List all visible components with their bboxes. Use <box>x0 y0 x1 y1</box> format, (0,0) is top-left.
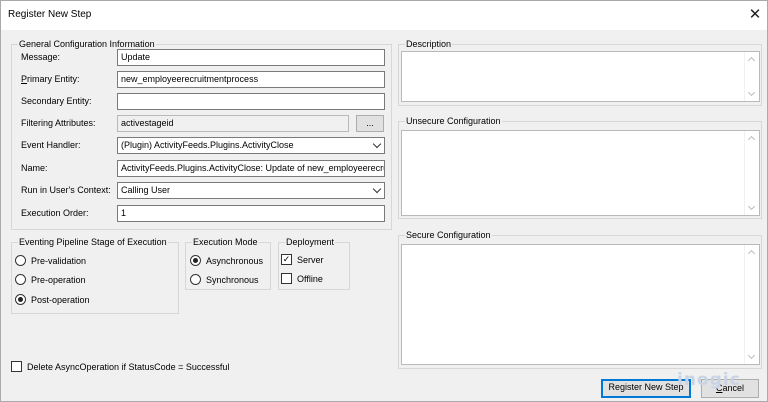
browse-attributes-button[interactable]: ... <box>356 115 384 132</box>
message-label: Message: <box>21 52 61 62</box>
execution-order-field[interactable]: 1 <box>117 205 385 222</box>
synchronous-label: Synchronous <box>206 275 259 285</box>
description-legend: Description <box>405 39 453 50</box>
event-handler-select[interactable]: (Plugin) ActivityFeeds.Plugins.ActivityC… <box>117 137 385 154</box>
execution-order-label: Execution Order: <box>21 208 89 218</box>
chevron-down-icon <box>372 184 382 194</box>
unsecure-config-textarea[interactable] <box>401 130 760 216</box>
run-context-value: Calling User <box>121 185 171 195</box>
post-operation-radio[interactable] <box>15 294 26 305</box>
step-name-field[interactable]: ActivityFeeds.Plugins.ActivityClose: Upd… <box>117 160 385 177</box>
run-context-select[interactable]: Calling User <box>117 182 385 199</box>
primary-entity-label-rest: rimary Entity: <box>27 74 80 84</box>
run-context-label: Run in User's Context: <box>21 185 111 195</box>
filtering-attributes-field: activestageid <box>117 115 349 132</box>
asynchronous-radio[interactable] <box>190 255 201 266</box>
secure-config-legend: Secure Configuration <box>405 230 492 241</box>
delete-async-label: Delete AsyncOperation if StatusCode = Su… <box>27 362 230 372</box>
secure-config-textarea[interactable] <box>401 244 760 365</box>
primary-entity-field[interactable]: new_employeerecruitmentprocess <box>117 71 385 88</box>
window-title: Register New Step <box>8 9 92 20</box>
synchronous-radio[interactable] <box>190 274 201 285</box>
execution-mode-legend: Execution Mode <box>192 237 259 248</box>
register-step-dialog: Register New Step ✕ General Configuratio… <box>0 0 768 402</box>
unsecure-config-legend: Unsecure Configuration <box>405 116 502 127</box>
scroll-down-icon[interactable] <box>747 202 756 211</box>
deployment-legend: Deployment <box>285 237 336 248</box>
offline-checkbox[interactable] <box>281 273 292 284</box>
offline-label: Offline <box>297 274 323 284</box>
scroll-down-icon[interactable] <box>747 88 756 97</box>
unsecure-config-scrollbar[interactable] <box>744 131 759 215</box>
server-label: Server <box>297 255 324 265</box>
event-handler-value: (Plugin) ActivityFeeds.Plugins.ActivityC… <box>121 140 294 150</box>
post-operation-label: Post-operation <box>31 295 90 305</box>
delete-async-checkbox[interactable] <box>11 361 22 372</box>
name-label: Name: <box>21 163 48 173</box>
secure-config-scrollbar[interactable] <box>744 245 759 364</box>
chevron-down-icon <box>372 139 382 149</box>
primary-entity-label: Primary Entity: <box>21 71 80 87</box>
close-icon[interactable]: ✕ <box>745 5 765 25</box>
scroll-up-icon[interactable] <box>747 249 756 258</box>
server-checkbox[interactable]: ✓ <box>281 254 292 265</box>
scroll-down-icon[interactable] <box>747 351 756 360</box>
pre-operation-radio[interactable] <box>15 274 26 285</box>
pre-validation-label: Pre-validation <box>31 256 87 266</box>
asynchronous-label: Asynchronous <box>206 256 264 266</box>
message-field[interactable]: Update <box>117 49 385 66</box>
pipeline-stage-legend: Eventing Pipeline Stage of Execution <box>18 237 168 248</box>
scroll-up-icon[interactable] <box>747 135 756 144</box>
description-scrollbar[interactable] <box>744 52 759 101</box>
scroll-up-icon[interactable] <box>747 56 756 65</box>
secondary-entity-field[interactable] <box>117 93 385 110</box>
description-textarea[interactable] <box>401 51 760 102</box>
filtering-attributes-label: Filtering Attributes: <box>21 118 96 128</box>
secondary-entity-label: Secondary Entity: <box>21 96 92 106</box>
event-handler-label: Event Handler: <box>21 140 81 150</box>
title-bar: Register New Step ✕ <box>1 1 767 30</box>
pre-validation-radio[interactable] <box>15 255 26 266</box>
pre-operation-label: Pre-operation <box>31 275 86 285</box>
inogic-watermark: inogic <box>677 370 741 390</box>
